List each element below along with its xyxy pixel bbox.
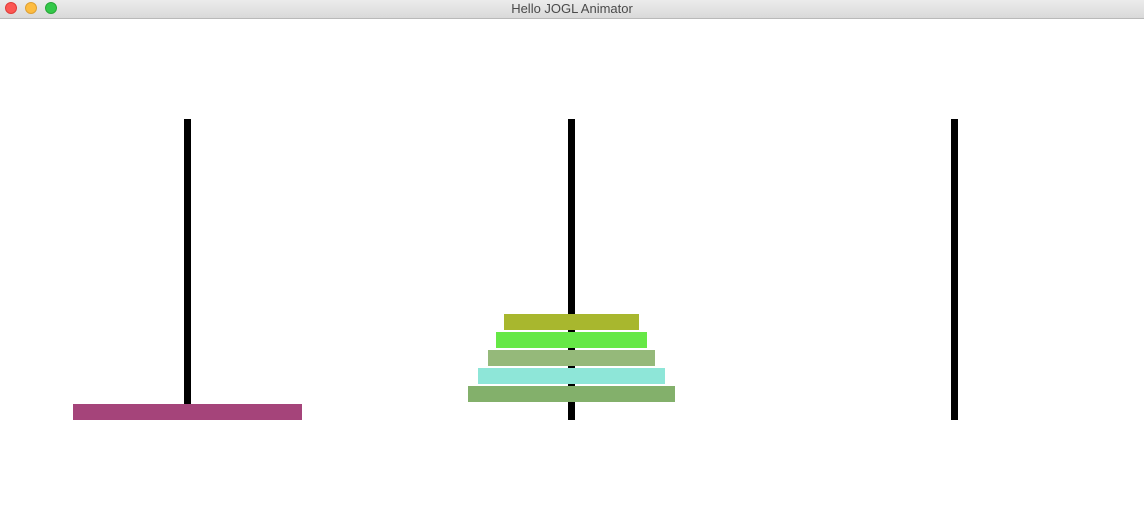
- window-title: Hello JOGL Animator: [511, 1, 633, 16]
- jogl-canvas[interactable]: [0, 19, 1144, 520]
- title-bar[interactable]: Hello JOGL Animator: [0, 0, 1144, 19]
- peg-right: [951, 119, 958, 420]
- disk-middle-4[interactable]: [496, 332, 647, 348]
- disk-middle-5[interactable]: [504, 314, 639, 330]
- disk-middle-1[interactable]: [468, 386, 675, 402]
- peg-left: [184, 119, 191, 420]
- disk-left-1[interactable]: [73, 404, 302, 420]
- disk-middle-3[interactable]: [488, 350, 655, 366]
- app-window: Hello JOGL Animator: [0, 0, 1144, 520]
- disk-middle-2[interactable]: [478, 368, 665, 384]
